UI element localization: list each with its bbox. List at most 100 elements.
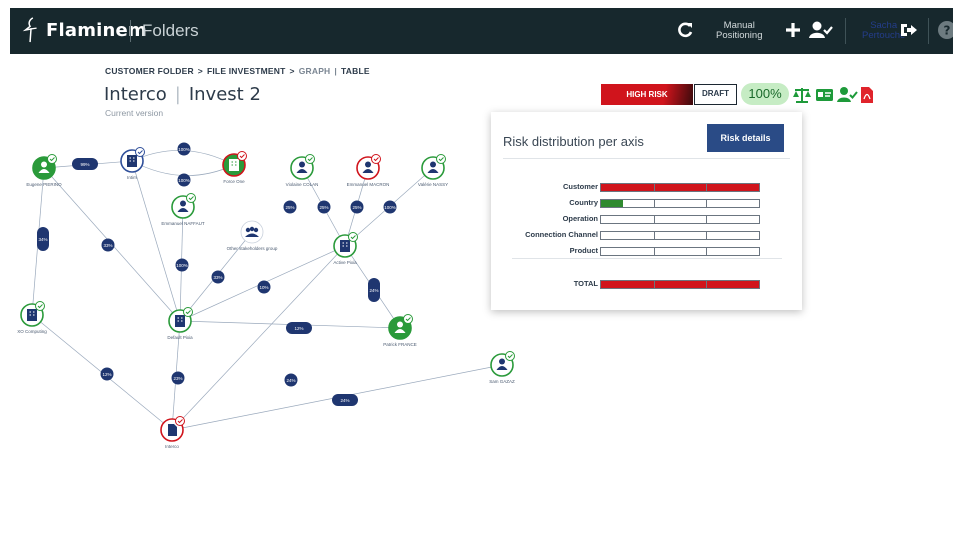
breadcrumb-file-investment[interactable]: FILE INVESTMENT: [207, 66, 286, 76]
status-check-icon: [135, 147, 145, 157]
graph-edge-labels: 99% 100% 100% 25% 25% 25% 100% 100% 34% 33% 33% 10%…: [37, 142, 397, 406]
breadcrumb-separator: >: [289, 66, 295, 76]
edge-label[interactable]: 10%: [257, 280, 271, 294]
node-label: XO Computing: [17, 329, 47, 334]
edge-label-text: 12%: [102, 372, 111, 377]
completion-badge: 100%: [741, 83, 789, 105]
help-icon[interactable]: ?: [937, 20, 953, 40]
breadcrumb-separator: |: [334, 66, 337, 76]
pdf-icon[interactable]: [860, 86, 874, 104]
person-icon: [397, 321, 403, 328]
edge-label-text: 24%: [286, 378, 295, 383]
edge-label[interactable]: 12%: [100, 367, 114, 381]
edge-label[interactable]: 100%: [383, 200, 397, 214]
edge-label[interactable]: 24%: [284, 373, 298, 387]
person-icon: [499, 358, 505, 365]
graph-nodes: Eugene PIERINO Intim Force One Violaine COL…: [17, 147, 515, 450]
toolbar-divider: [928, 18, 929, 44]
edge-label[interactable]: 12%: [286, 322, 312, 334]
graph-node[interactable]: Emmanuel MACRON: [347, 154, 390, 188]
graph-node[interactable]: Intim: [120, 147, 145, 181]
flaminem-logo-icon: [22, 17, 37, 43]
edge-label-text: 24%: [340, 398, 349, 403]
logout-icon[interactable]: [900, 20, 918, 40]
edge-label[interactable]: 25%: [283, 200, 297, 214]
id-card-icon[interactable]: [815, 86, 834, 104]
node-label: Patrick FRANCE: [383, 342, 417, 347]
edge-label[interactable]: 34%: [37, 227, 49, 251]
edge-label-text: 100%: [176, 263, 188, 268]
axis-bar-tick: [653, 200, 655, 207]
risk-axis-country-bar: [600, 199, 760, 208]
view-graph-link[interactable]: GRAPH: [299, 66, 331, 76]
risk-axis-country-label: Country: [569, 198, 598, 207]
positioning-label: Positioning: [716, 30, 763, 41]
plus-icon[interactable]: [784, 20, 802, 40]
risk-axis-connection-channel-label: Connection Channel: [525, 230, 598, 239]
risk-axis-operation: Operation: [491, 214, 802, 226]
edge-label[interactable]: 99%: [72, 158, 98, 170]
version-label: Current version: [105, 108, 164, 118]
risk-axis-connection-channel-bar: [600, 231, 760, 240]
edge-label[interactable]: 24%: [368, 278, 380, 302]
risk-axis-total: TOTAL: [491, 279, 802, 291]
graph-node[interactable]: XO Computing: [17, 301, 47, 335]
status-check-icon: [35, 301, 45, 311]
risk-axis-product: Product: [491, 246, 802, 258]
graph-edge: [131, 160, 235, 176]
edge-label[interactable]: 25%: [350, 200, 364, 214]
graph-node[interactable]: Sam GAZAZ: [489, 351, 515, 385]
axis-bar-tick: [653, 216, 655, 223]
breadcrumb-customer-folder[interactable]: CUSTOMER FOLDER: [105, 66, 194, 76]
risk-axis-product-label: Product: [569, 246, 598, 255]
group-icon: [249, 226, 255, 232]
brand[interactable]: Flaminem: [22, 17, 147, 43]
user-menu[interactable]: Sacha Pertouche: [862, 21, 905, 41]
graph-node[interactable]: Emmanuel NAFFAUT: [161, 193, 205, 227]
user-check-icon[interactable]: [809, 20, 833, 40]
edge-label[interactable]: 33%: [211, 270, 225, 284]
relationship-graph[interactable]: 99% 100% 100% 25% 25% 25% 100% 100% 34% 33% 33% 10%…: [10, 128, 530, 468]
graph-node[interactable]: Force One: [222, 151, 247, 185]
edge-label[interactable]: 100%: [177, 142, 191, 156]
edge-label[interactable]: 33%: [101, 238, 115, 252]
group-icon: [253, 227, 259, 233]
status-check-icon: [348, 232, 358, 242]
manual-positioning-button[interactable]: Manual Positioning: [716, 21, 762, 41]
brand-name: Flaminem: [46, 19, 147, 41]
graph-node[interactable]: Default Pixia: [167, 307, 193, 341]
edge-label[interactable]: 24%: [332, 394, 358, 406]
status-check-icon: [175, 416, 185, 426]
node-circle: [240, 220, 264, 244]
graph-node[interactable]: Eugene PIERINO: [26, 154, 62, 188]
graph-node[interactable]: Active Pixia: [333, 232, 358, 266]
edge-label-text: 25%: [285, 205, 294, 210]
graph-node[interactable]: Violaine COLAN: [286, 154, 319, 188]
edge-label[interactable]: 23%: [171, 371, 185, 385]
risk-details-button[interactable]: Risk details: [707, 124, 784, 152]
draft-badge: DRAFT: [694, 84, 737, 105]
view-table-link[interactable]: TABLE: [341, 66, 370, 76]
investment-name: Invest 2: [188, 84, 261, 105]
node-label: Intim: [127, 175, 137, 180]
edge-label-text: 100%: [178, 178, 190, 183]
edge-label[interactable]: 25%: [317, 200, 331, 214]
status-check-icon: [436, 154, 446, 164]
status-check-icon: [186, 193, 196, 203]
graph-node[interactable]: Patrick FRANCE: [383, 314, 417, 348]
scale-icon[interactable]: [792, 86, 812, 104]
risk-level-badge[interactable]: HIGH RISK: [601, 84, 693, 105]
edge-label[interactable]: 100%: [177, 173, 191, 187]
graph-node[interactable]: Other stakeholders group: [227, 220, 278, 251]
risk-axis-operation-label: Operation: [562, 214, 598, 223]
graph-node[interactable]: Interco: [160, 416, 185, 450]
axis-bar-tick: [653, 281, 655, 288]
user-last-name: Pertouche: [862, 30, 906, 41]
edge-label[interactable]: 100%: [175, 258, 189, 272]
graph-node[interactable]: Valérie NASSY: [418, 154, 448, 188]
node-label: Violaine COLAN: [286, 182, 319, 187]
user-check-icon[interactable]: [837, 86, 858, 104]
refresh-icon[interactable]: [675, 20, 695, 40]
node-label: Default Pixia: [167, 335, 193, 340]
node-label: Interco: [165, 444, 179, 449]
